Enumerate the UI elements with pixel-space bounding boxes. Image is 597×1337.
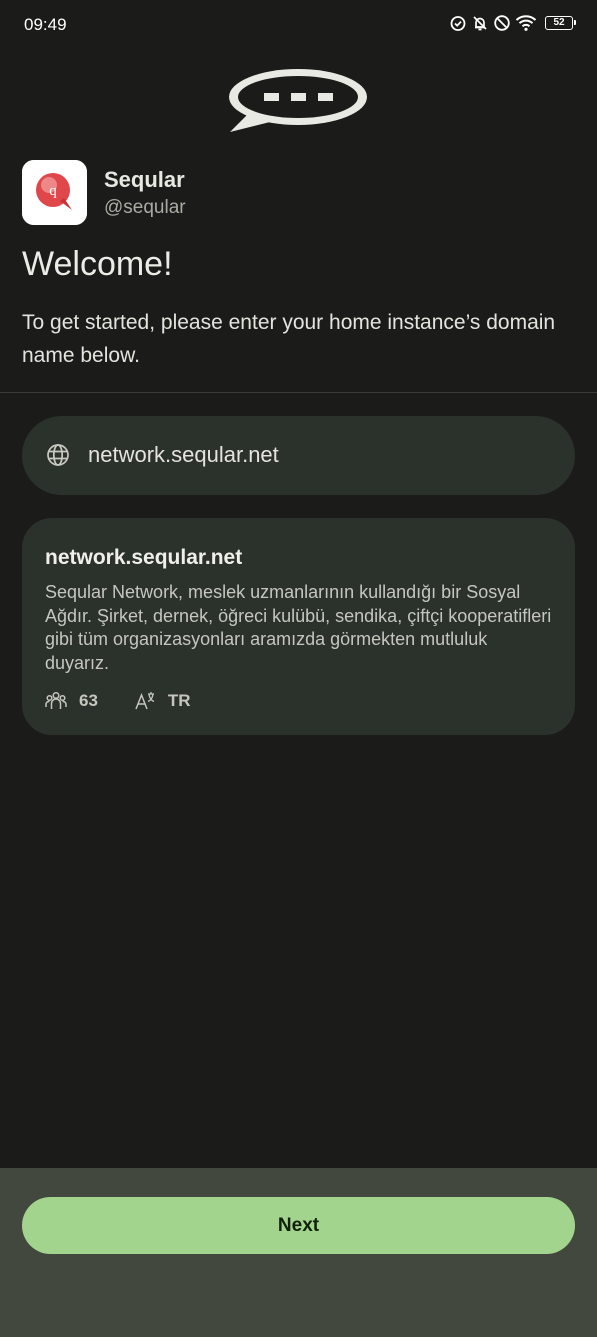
instance-stats: 63 TR [45, 688, 191, 714]
divider [0, 392, 597, 393]
next-button[interactable]: Next [22, 1197, 575, 1254]
wifi-icon [515, 14, 537, 32]
globe-icon [46, 443, 70, 472]
instance-info-card[interactable]: network.seqular.net Seqular Network, mes… [22, 518, 575, 735]
intro-text: To get started, please enter your home i… [22, 311, 556, 367]
alarm-check-icon [449, 14, 467, 32]
notifications-off-icon [471, 14, 489, 32]
svg-text:q: q [49, 183, 57, 199]
do-not-disturb-icon [493, 14, 511, 32]
speech-bubble-icon [226, 66, 370, 139]
users-stat: 63 [45, 690, 98, 712]
page-title: Welcome! [22, 245, 173, 283]
status-bar: 09:49 52 [0, 0, 597, 50]
translate-icon [134, 690, 168, 712]
bottom-action-bar: Next [0, 1168, 597, 1337]
battery-level: 52 [553, 17, 565, 28]
instance-header: q Seqular @seqular [22, 160, 582, 226]
language-stat: TR [134, 690, 191, 712]
users-count: 63 [79, 691, 98, 710]
battery-icon: 52 [545, 16, 576, 30]
instance-name: Seqular [104, 167, 185, 192]
domain-input[interactable] [88, 433, 548, 477]
language-code: TR [167, 691, 191, 710]
seqular-app-icon: q [22, 160, 87, 225]
instance-description: Seqular Network, meslek uzmanlarının kul… [45, 582, 552, 673]
instance-handle: @seqular [104, 197, 186, 218]
domain-search-field[interactable] [22, 416, 575, 495]
status-icons: 52 [449, 14, 576, 32]
instance-domain: network.seqular.net [45, 546, 243, 569]
status-time: 09:49 [24, 15, 67, 34]
users-icon [45, 690, 79, 712]
